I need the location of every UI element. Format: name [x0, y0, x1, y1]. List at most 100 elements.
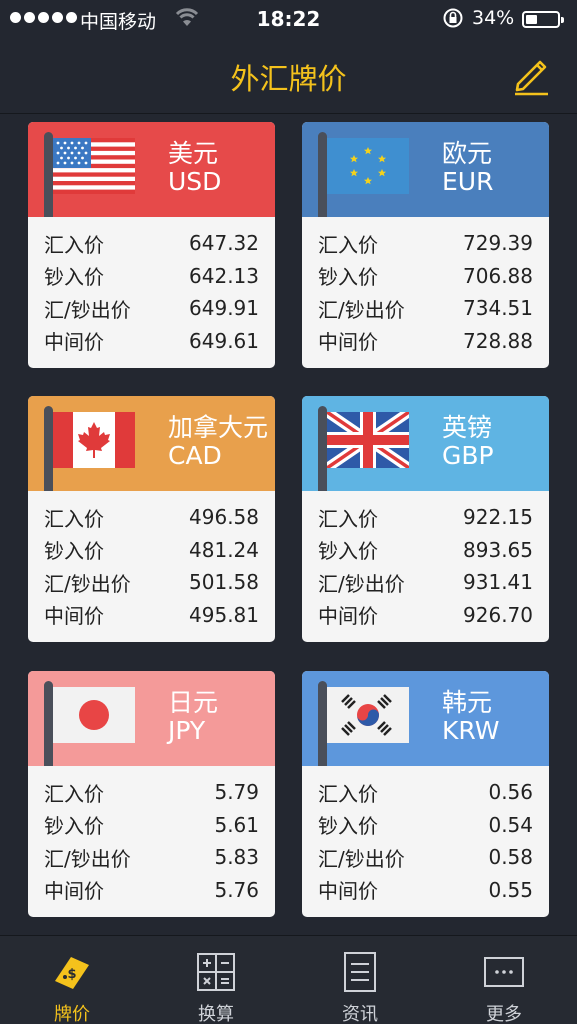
battery-icon: [522, 11, 564, 28]
rate-value: 495.81: [189, 602, 259, 627]
currency-name: 美元: [168, 139, 219, 168]
card-header: 日元 JPY: [28, 671, 275, 766]
battery-percent: 34%: [472, 7, 515, 29]
rate-value: 642.13: [189, 263, 259, 288]
flag-pole: [44, 681, 53, 766]
currency-code: GBP: [442, 441, 494, 470]
rate-label: 汇/钞出价: [44, 846, 131, 871]
rate-label: 钞入价: [318, 539, 378, 564]
rate-value: 0.56: [488, 780, 533, 805]
price-tag-icon: $: [55, 957, 89, 989]
rate-row: 中间价 5.76: [28, 874, 275, 907]
rate-label: 汇入价: [318, 232, 378, 257]
rate-row: 汇入价 729.39: [302, 227, 549, 260]
rate-label: 钞入价: [44, 265, 104, 290]
currency-card-eur[interactable]: 欧元 EUR 汇入价 729.39 钞入价 706.88 汇/钞出价 734.51 中…: [302, 122, 549, 368]
tab-label: 资讯: [342, 1004, 378, 1024]
currency-card-usd[interactable]: 美元 USD 汇入价 647.32 钞入价 642.13 汇/钞出价 649.91 中…: [28, 122, 275, 368]
rate-row: 钞入价 5.61: [28, 809, 275, 842]
rate-row: 钞入价 0.54: [302, 809, 549, 842]
rate-list: 汇入价 5.79 钞入价 5.61 汇/钞出价 5.83 中间价 5.76: [28, 766, 275, 906]
rate-row: 汇入价 647.32: [28, 227, 275, 260]
rate-list: 汇入价 496.58 钞入价 481.24 汇/钞出价 501.58 中间价 495.8…: [28, 491, 275, 631]
rate-row: 中间价 495.81: [28, 599, 275, 632]
flag-pole: [318, 406, 327, 491]
rate-value: 0.58: [488, 845, 533, 870]
rate-value: 926.70: [463, 602, 533, 627]
currency-card-gbp[interactable]: 英镑 GBP 汇入价 922.15 钞入价 893.65 汇/钞出价 931.41 中…: [302, 396, 549, 642]
svg-text:$: $: [67, 967, 76, 982]
rate-row: 汇/钞出价 501.58: [28, 566, 275, 599]
tab-label: 牌价: [54, 1004, 90, 1024]
rate-row: 中间价 0.55: [302, 874, 549, 907]
us-flag-icon: [53, 138, 135, 194]
currency-code: CAD: [168, 441, 222, 470]
rate-value: 706.88: [463, 263, 533, 288]
flag-pole: [318, 132, 327, 217]
edit-pencil-icon[interactable]: [510, 54, 552, 96]
currency-name: 英镑: [442, 413, 493, 442]
tab-label: 更多: [486, 1004, 522, 1024]
rate-row: 汇/钞出价 931.41: [302, 566, 549, 599]
rate-row: 汇入价 496.58: [28, 501, 275, 534]
tab-bar: $ 牌价 换算 资讯 更多: [0, 935, 577, 1024]
card-header: 韩元 KRW: [302, 671, 549, 766]
tab-more[interactable]: 更多: [432, 936, 576, 1024]
currency-card-jpy[interactable]: 日元 JPY 汇入价 5.79 钞入价 5.61 汇/钞出价 5.83 中间价 5.76: [28, 671, 275, 917]
rate-row: 中间价 649.61: [28, 325, 275, 358]
rate-label: 汇入价: [44, 506, 104, 531]
flag-pole: [44, 132, 53, 217]
nav-bar: 外汇牌价: [0, 38, 577, 114]
rate-row: 汇/钞出价 0.58: [302, 841, 549, 874]
currency-code: EUR: [442, 167, 494, 196]
rate-label: 汇/钞出价: [44, 571, 131, 596]
flag-pole: [318, 681, 327, 766]
uk-flag-icon: [327, 412, 409, 468]
rate-label: 汇/钞出价: [318, 846, 405, 871]
rate-value: 649.91: [189, 296, 259, 321]
rate-row: 钞入价 893.65: [302, 534, 549, 567]
calculator-icon: [197, 953, 235, 991]
rate-list: 汇入价 729.39 钞入价 706.88 汇/钞出价 734.51 中间价 728.8…: [302, 217, 549, 357]
rate-list: 汇入价 922.15 钞入价 893.65 汇/钞出价 931.41 中间价 926.7…: [302, 491, 549, 631]
rate-row: 汇/钞出价 5.83: [28, 841, 275, 874]
rate-row: 钞入价 481.24: [28, 534, 275, 567]
currency-card-krw[interactable]: 韩元 KRW 汇入价 0.56 钞入价 0.54 汇/钞出价 0.58 中间价 0.55: [302, 671, 549, 917]
rate-value: 922.15: [463, 505, 533, 530]
rate-label: 汇入价: [318, 506, 378, 531]
tab-label: 换算: [198, 1004, 234, 1024]
card-header: 欧元 EUR: [302, 122, 549, 217]
rate-row: 中间价 926.70: [302, 599, 549, 632]
rate-label: 汇/钞出价: [318, 297, 405, 322]
currency-name: 韩元: [442, 688, 493, 717]
tab-news[interactable]: 资讯: [288, 936, 432, 1024]
rate-row: 汇入价 5.79: [28, 776, 275, 809]
rate-value: 5.76: [214, 877, 259, 902]
rate-label: 钞入价: [318, 265, 378, 290]
tab-price[interactable]: $ 牌价: [0, 936, 144, 1024]
rate-label: 中间价: [44, 879, 104, 904]
currency-code: KRW: [442, 716, 500, 745]
rate-label: 汇入价: [44, 232, 104, 257]
status-bar: 中国移动 18:22 34%: [0, 0, 577, 38]
rate-row: 汇入价 0.56: [302, 776, 549, 809]
rate-row: 汇/钞出价 734.51: [302, 292, 549, 325]
rate-value: 728.88: [463, 328, 533, 353]
rate-value: 5.83: [214, 845, 259, 870]
rate-value: 729.39: [463, 231, 533, 256]
more-icon: [484, 957, 524, 987]
rate-label: 汇入价: [318, 781, 378, 806]
currency-card-cad[interactable]: 加拿大元 CAD 汇入价 496.58 钞入价 481.24 汇/钞出价 501.58…: [28, 396, 275, 642]
currency-code: JPY: [168, 716, 206, 745]
rate-value: 734.51: [463, 296, 533, 321]
japan-flag-icon: [53, 687, 135, 743]
canada-flag-icon: [53, 412, 135, 468]
rate-row: 钞入价 706.88: [302, 260, 549, 293]
flag-pole: [44, 406, 53, 491]
rate-value: 893.65: [463, 537, 533, 562]
tab-convert[interactable]: 换算: [144, 936, 288, 1024]
rate-label: 中间价: [44, 330, 104, 355]
card-header: 加拿大元 CAD: [28, 396, 275, 491]
rate-value: 496.58: [189, 505, 259, 530]
currency-code: USD: [168, 167, 222, 196]
